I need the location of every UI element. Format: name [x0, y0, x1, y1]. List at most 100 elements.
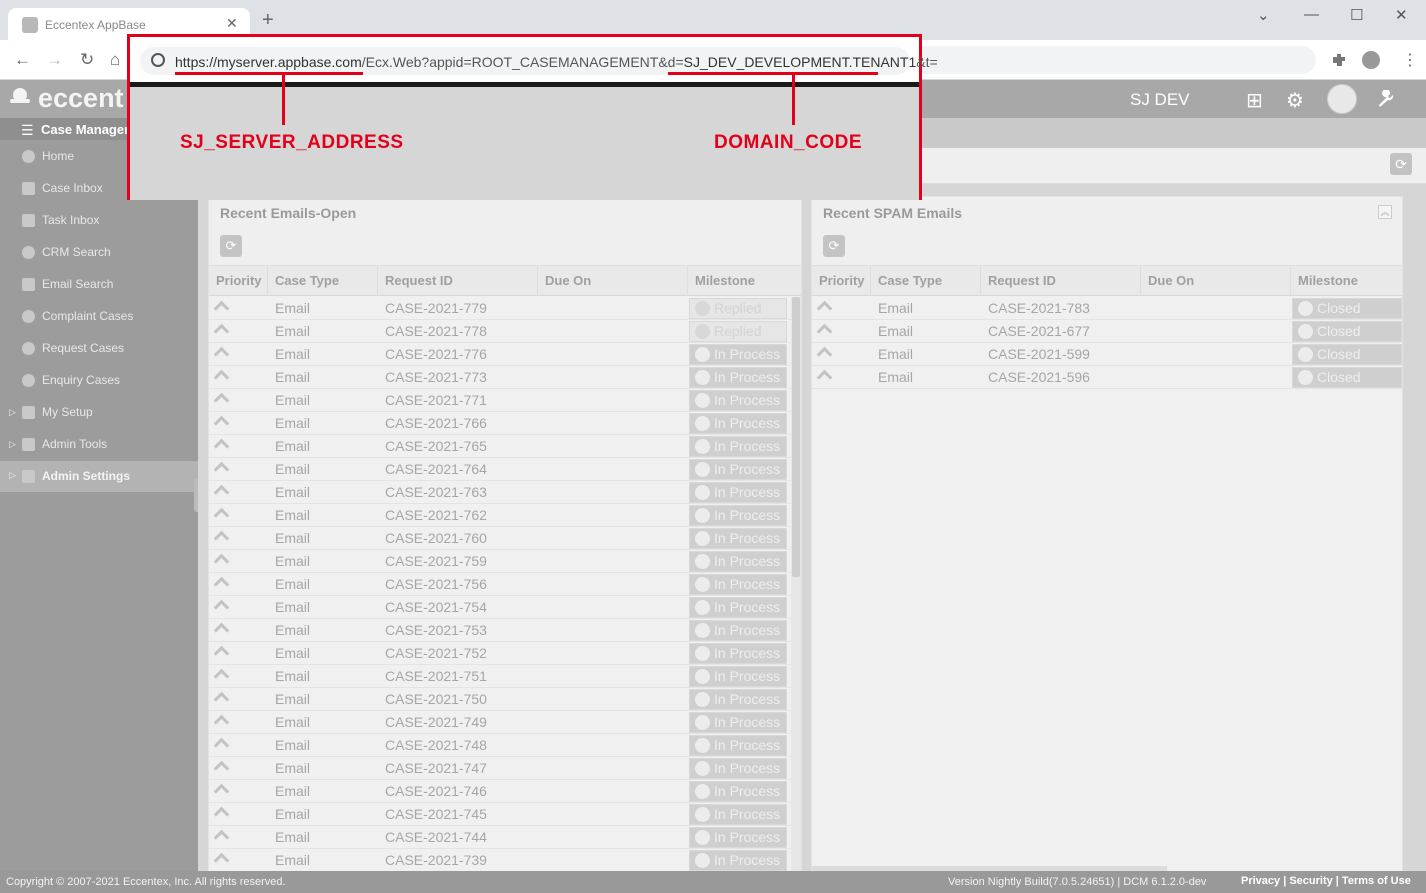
- table-row[interactable]: Email CASE-2021-756 In Process: [209, 573, 791, 596]
- avatar[interactable]: [1327, 84, 1357, 114]
- sidebar-item-complaint-cases[interactable]: Complaint Cases: [0, 304, 198, 332]
- request-id-cell[interactable]: CASE-2021-748: [378, 734, 487, 757]
- request-id-cell[interactable]: CASE-2021-750: [378, 688, 487, 711]
- request-id-cell[interactable]: CASE-2021-677: [981, 320, 1090, 343]
- table-row[interactable]: Email CASE-2021-749 In Process: [209, 711, 791, 734]
- request-id-cell[interactable]: CASE-2021-752: [378, 642, 487, 665]
- table-row[interactable]: Email CASE-2021-746 In Process: [209, 780, 791, 803]
- reload-button[interactable]: ↻: [80, 50, 94, 70]
- expand-arrow-icon[interactable]: ▷: [9, 407, 16, 418]
- minimize-button[interactable]: —: [1304, 6, 1319, 23]
- home-button[interactable]: ⌂: [110, 50, 120, 70]
- column-header-due-on[interactable]: Due On: [538, 266, 688, 296]
- gear-icon[interactable]: ⚙: [1286, 88, 1304, 113]
- sidebar-item-request-cases[interactable]: Request Cases: [0, 336, 198, 364]
- wrench-icon[interactable]: [1375, 90, 1395, 108]
- table-row[interactable]: Email CASE-2021-783 Closed: [812, 297, 1402, 320]
- tab-close-icon[interactable]: ✕: [226, 15, 238, 32]
- maximize-button[interactable]: ☐: [1350, 6, 1363, 24]
- table-row[interactable]: Email CASE-2021-677 Closed: [812, 320, 1402, 343]
- forward-button[interactable]: →: [46, 50, 63, 70]
- table-row[interactable]: Email CASE-2021-599 Closed: [812, 343, 1402, 366]
- table-row[interactable]: Email CASE-2021-752 In Process: [209, 642, 791, 665]
- request-id-cell[interactable]: CASE-2021-765: [378, 435, 487, 458]
- request-id-cell[interactable]: CASE-2021-739: [378, 849, 487, 872]
- refresh-dashboard-button[interactable]: ⟳: [1390, 153, 1412, 175]
- scrollbar-thumb[interactable]: [792, 297, 800, 577]
- table-row[interactable]: Email CASE-2021-750 In Process: [209, 688, 791, 711]
- table-row[interactable]: Email CASE-2021-763 In Process: [209, 481, 791, 504]
- table-row[interactable]: Email CASE-2021-745 In Process: [209, 803, 791, 826]
- request-id-cell[interactable]: CASE-2021-763: [378, 481, 487, 504]
- table-row[interactable]: Email CASE-2021-764 In Process: [209, 458, 791, 481]
- footer-links[interactable]: Privacy | Security | Terms of Use: [1241, 875, 1411, 887]
- request-id-cell[interactable]: CASE-2021-749: [378, 711, 487, 734]
- table-row[interactable]: Email CASE-2021-759 In Process: [209, 550, 791, 573]
- close-window-button[interactable]: ✕: [1395, 6, 1408, 24]
- column-header-case-type[interactable]: Case Type: [871, 266, 981, 296]
- table-row[interactable]: Email CASE-2021-760 In Process: [209, 527, 791, 550]
- column-header-milestone[interactable]: Milestone: [1291, 266, 1402, 296]
- refresh-icon[interactable]: ⟳: [823, 235, 845, 257]
- request-id-cell[interactable]: CASE-2021-766: [378, 412, 487, 435]
- table-row[interactable]: Email CASE-2021-776 In Process: [209, 343, 791, 366]
- request-id-cell[interactable]: CASE-2021-783: [981, 297, 1090, 320]
- request-id-cell[interactable]: CASE-2021-596: [981, 366, 1090, 389]
- expand-arrow-icon[interactable]: ▷: [9, 470, 16, 481]
- request-id-cell[interactable]: CASE-2021-744: [378, 826, 487, 849]
- request-id-cell[interactable]: CASE-2021-599: [981, 343, 1090, 366]
- table-row[interactable]: Email CASE-2021-739 In Process: [209, 849, 791, 872]
- column-header-case-type[interactable]: Case Type: [268, 266, 378, 296]
- table-row[interactable]: Email CASE-2021-748 In Process: [209, 734, 791, 757]
- table-row[interactable]: Email CASE-2021-596 Closed: [812, 366, 1402, 389]
- request-id-cell[interactable]: CASE-2021-760: [378, 527, 487, 550]
- request-id-cell[interactable]: CASE-2021-747: [378, 757, 487, 780]
- sidebar-item-crm-search[interactable]: CRM Search: [0, 240, 198, 268]
- table-row[interactable]: Email CASE-2021-754 In Process: [209, 596, 791, 619]
- request-id-cell[interactable]: CASE-2021-759: [378, 550, 487, 573]
- request-id-cell[interactable]: CASE-2021-746: [378, 780, 487, 803]
- apps-grid-icon[interactable]: ⊞: [1246, 88, 1263, 113]
- sidebar-item-enquiry-cases[interactable]: Enquiry Cases: [0, 368, 198, 396]
- table-row[interactable]: Email CASE-2021-747 In Process: [209, 757, 791, 780]
- request-id-cell[interactable]: CASE-2021-778: [378, 320, 487, 343]
- column-header-request-id[interactable]: Request ID: [981, 266, 1141, 296]
- request-id-cell[interactable]: CASE-2021-756: [378, 573, 487, 596]
- request-id-cell[interactable]: CASE-2021-754: [378, 596, 487, 619]
- extensions-icon[interactable]: [1330, 51, 1348, 69]
- request-id-cell[interactable]: CASE-2021-751: [378, 665, 487, 688]
- column-header-due-on[interactable]: Due On: [1141, 266, 1291, 296]
- table-row[interactable]: Email CASE-2021-773 In Process: [209, 366, 791, 389]
- sidebar-item-email-search[interactable]: Email Search: [0, 272, 198, 300]
- column-header-priority[interactable]: Priority: [209, 266, 268, 296]
- request-id-cell[interactable]: CASE-2021-745: [378, 803, 487, 826]
- request-id-cell[interactable]: CASE-2021-779: [378, 297, 487, 320]
- refresh-icon[interactable]: ⟳: [220, 235, 242, 257]
- table-row[interactable]: Email CASE-2021-766 In Process: [209, 412, 791, 435]
- request-id-cell[interactable]: CASE-2021-753: [378, 619, 487, 642]
- sidebar-item-admin-tools[interactable]: ▷ Admin Tools: [0, 432, 198, 460]
- column-header-milestone[interactable]: Milestone: [688, 266, 801, 296]
- sidebar-item-my-setup[interactable]: ▷ My Setup: [0, 400, 198, 428]
- request-id-cell[interactable]: CASE-2021-773: [378, 366, 487, 389]
- table-row[interactable]: Email CASE-2021-779 Replied: [209, 297, 791, 320]
- sidebar-item-task-inbox[interactable]: Task Inbox: [0, 208, 198, 236]
- collapse-panel-icon[interactable]: ︽: [1378, 205, 1392, 219]
- table-row[interactable]: Email CASE-2021-771 In Process: [209, 389, 791, 412]
- expand-arrow-icon[interactable]: ▷: [9, 439, 16, 450]
- new-tab-button[interactable]: +: [262, 10, 274, 30]
- back-button[interactable]: ←: [14, 50, 31, 70]
- request-id-cell[interactable]: CASE-2021-776: [378, 343, 487, 366]
- request-id-cell[interactable]: CASE-2021-764: [378, 458, 487, 481]
- sidebar-item-admin-settings[interactable]: ▷ Admin Settings: [0, 461, 198, 492]
- table-row[interactable]: Email CASE-2021-753 In Process: [209, 619, 791, 642]
- browser-menu-icon[interactable]: ⋮: [1402, 50, 1418, 70]
- column-header-priority[interactable]: Priority: [812, 266, 871, 296]
- request-id-cell[interactable]: CASE-2021-762: [378, 504, 487, 527]
- profile-icon[interactable]: [1362, 51, 1380, 69]
- table-row[interactable]: Email CASE-2021-778 Replied: [209, 320, 791, 343]
- table-row[interactable]: Email CASE-2021-751 In Process: [209, 665, 791, 688]
- chevron-down-icon[interactable]: ⌄: [1257, 6, 1270, 24]
- table-row[interactable]: Email CASE-2021-744 In Process: [209, 826, 791, 849]
- table-row[interactable]: Email CASE-2021-762 In Process: [209, 504, 791, 527]
